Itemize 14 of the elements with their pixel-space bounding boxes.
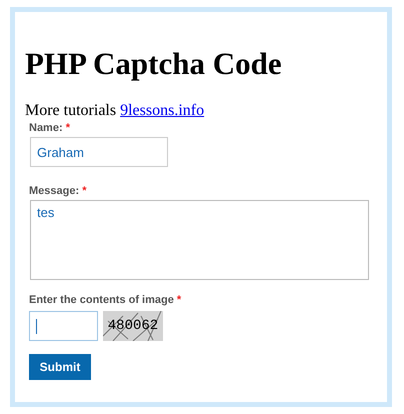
- field-label: Name:: [29, 122, 63, 134]
- captcha-label: Enter the contents of image: [29, 294, 174, 306]
- name-field[interactable]: Graham: [30, 137, 168, 167]
- field-label: Message:: [29, 185, 80, 197]
- tutorials-link[interactable]: 9lessons.info: [120, 102, 204, 119]
- captcha-image: 480062: [103, 311, 163, 341]
- intro-text: More tutorials: [25, 102, 116, 119]
- required-mark: *: [82, 185, 86, 197]
- submit-button[interactable]: Submit: [29, 354, 91, 380]
- message-field[interactable]: tes: [30, 200, 369, 280]
- required-mark: *: [176, 294, 182, 306]
- captcha-field[interactable]: [29, 311, 98, 341]
- page-heading: PHP Captcha Code: [25, 45, 283, 83]
- required-mark: *: [66, 122, 70, 134]
